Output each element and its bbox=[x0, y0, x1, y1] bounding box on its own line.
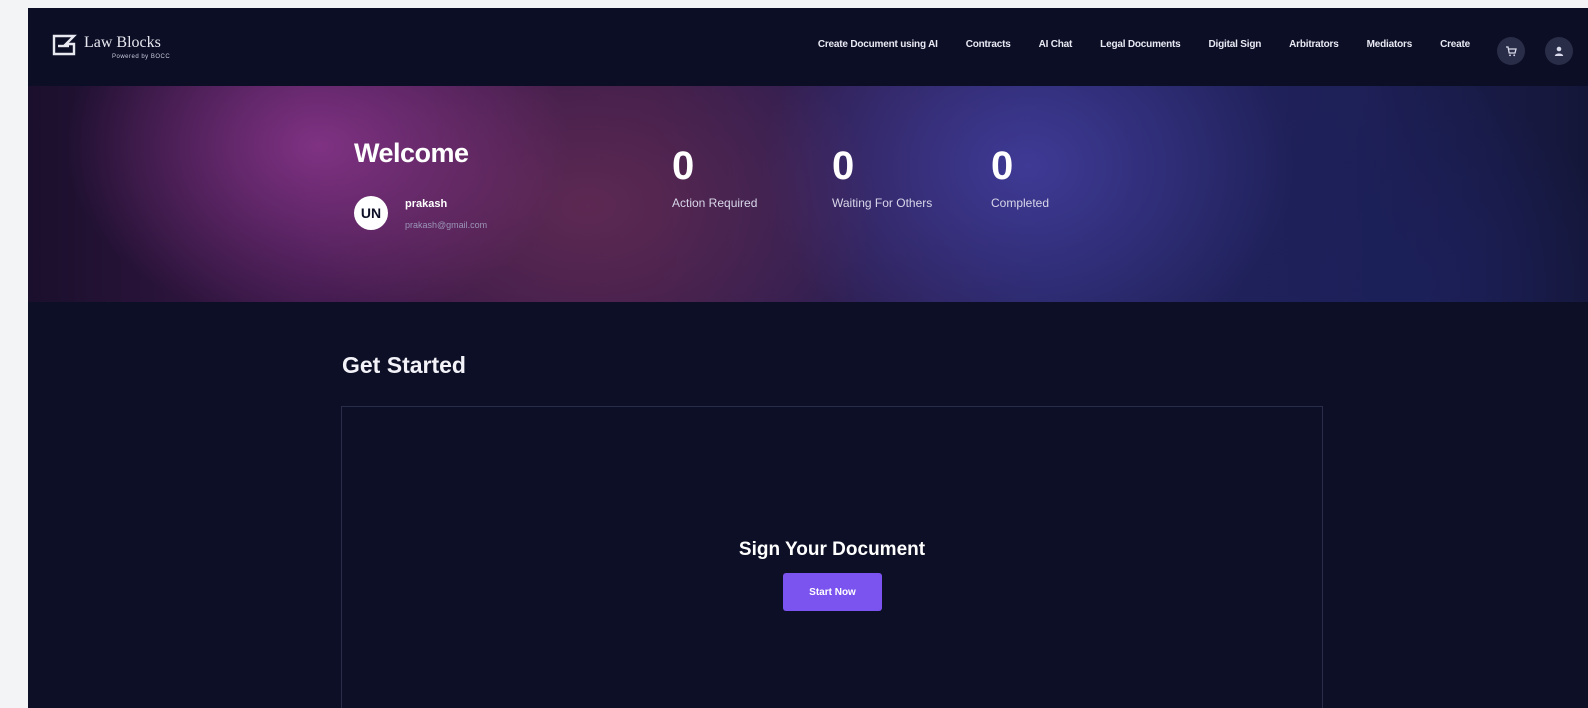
user-email: prakash@gmail.com bbox=[405, 220, 488, 230]
nav-legal-documents[interactable]: Legal Documents bbox=[1100, 39, 1181, 50]
welcome-heading: Welcome bbox=[354, 138, 469, 168]
stat-label: Waiting For Others bbox=[832, 196, 933, 210]
nav-links: Create Document using AI Contracts AI Ch… bbox=[818, 39, 1470, 50]
nav-digital-sign[interactable]: Digital Sign bbox=[1209, 39, 1262, 50]
sign-document-card: Sign Your Document Start Now bbox=[341, 406, 1323, 708]
logo-subtext: Powered by BOCC bbox=[112, 54, 171, 60]
law-blocks-logo[interactable]: Law Blocks Powered by BOCC bbox=[52, 32, 192, 68]
user-menu-button[interactable] bbox=[1545, 37, 1573, 65]
cart-icon bbox=[1506, 46, 1517, 57]
nav-create-document-ai[interactable]: Create Document using AI bbox=[818, 39, 938, 50]
logo-text: Law Blocks bbox=[84, 34, 161, 51]
get-started-title: Get Started bbox=[342, 352, 466, 378]
welcome-banner: Welcome UN prakash prakash@gmail.com 0 A… bbox=[28, 86, 1588, 302]
nav-create[interactable]: Create bbox=[1440, 39, 1470, 50]
cart-button[interactable] bbox=[1497, 37, 1525, 65]
stat-label: Completed bbox=[991, 196, 1050, 210]
nav-mediators[interactable]: Mediators bbox=[1367, 39, 1413, 50]
stat-waiting-for-others: 0 Waiting For Others bbox=[832, 144, 932, 210]
logo-mark-icon bbox=[52, 34, 77, 56]
stat-label: Action Required bbox=[672, 196, 758, 210]
avatar: UN bbox=[354, 196, 388, 230]
user-name: prakash bbox=[405, 198, 448, 210]
start-now-button[interactable]: Start Now bbox=[783, 573, 882, 611]
app-window: Law Blocks Powered by BOCC Create Docume… bbox=[28, 8, 1588, 708]
top-navbar: Law Blocks Powered by BOCC Create Docume… bbox=[28, 8, 1588, 86]
nav-ai-chat[interactable]: AI Chat bbox=[1039, 39, 1073, 50]
stat-value: 0 bbox=[832, 144, 855, 188]
nav-contracts[interactable]: Contracts bbox=[966, 39, 1011, 50]
stat-value: 0 bbox=[672, 144, 695, 188]
stat-completed: 0 Completed bbox=[991, 144, 1049, 210]
sign-document-title: Sign Your Document bbox=[738, 539, 926, 560]
nav-arbitrators[interactable]: Arbitrators bbox=[1289, 39, 1339, 50]
user-icon bbox=[1554, 46, 1564, 56]
stat-action-required: 0 Action Required bbox=[672, 144, 757, 210]
stat-value: 0 bbox=[991, 144, 1014, 188]
